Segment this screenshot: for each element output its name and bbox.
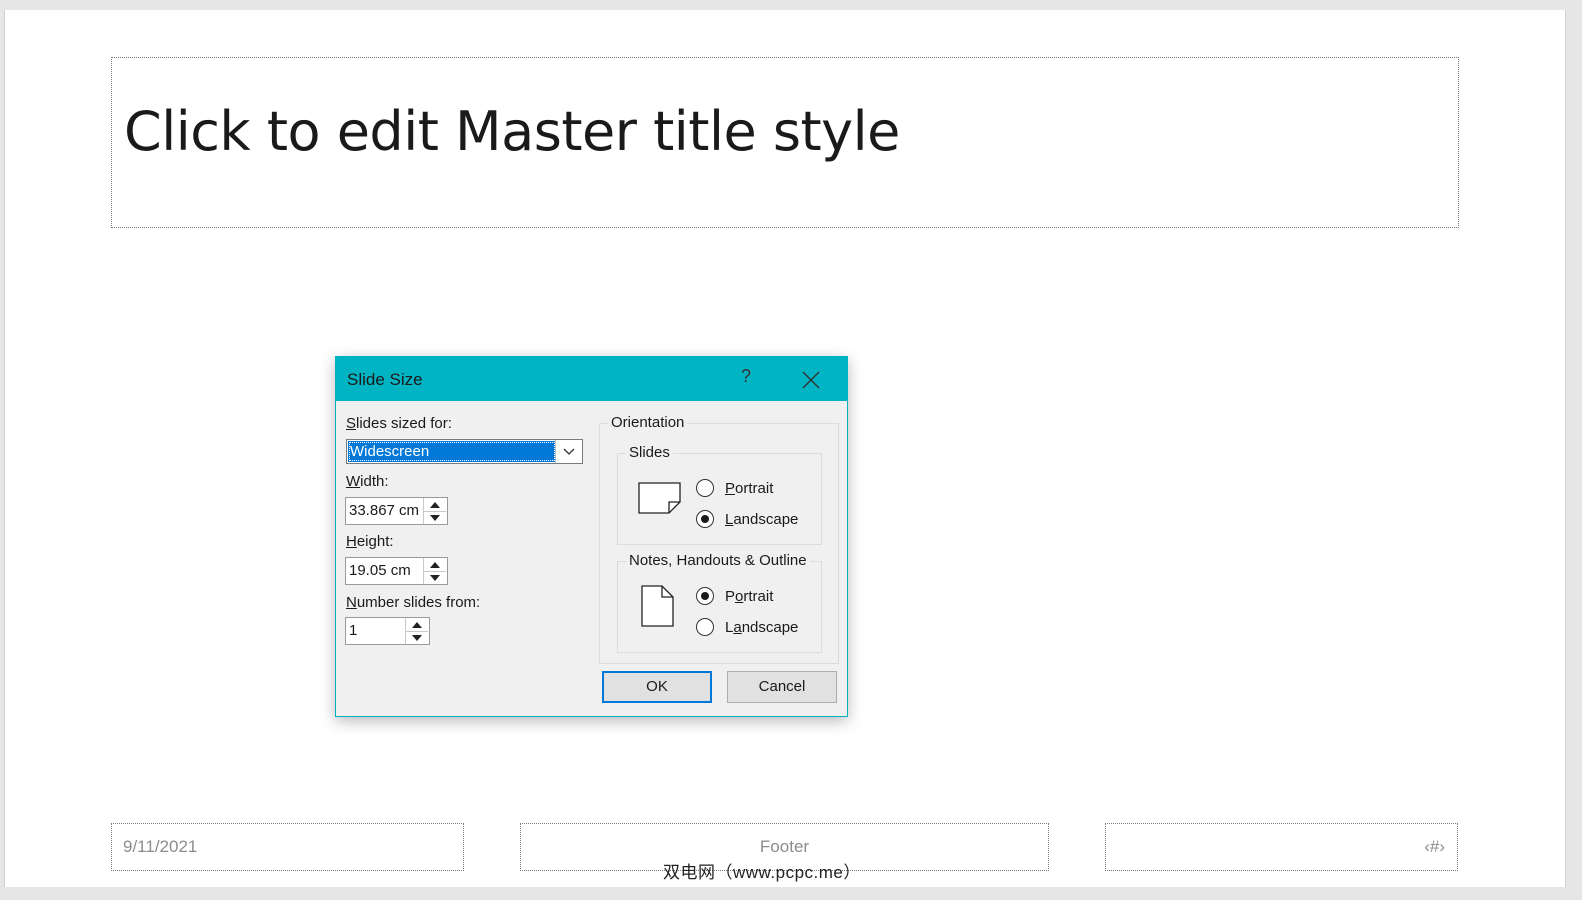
orientation-title: Orientation	[608, 414, 688, 431]
height-increment-button[interactable]	[424, 558, 446, 572]
date-placeholder[interactable]: 9/11/2021	[111, 823, 464, 871]
slides-orientation-group: Slides Portrait Landscape	[617, 444, 822, 545]
height-spin-buttons	[423, 558, 447, 584]
width-input[interactable]: 33.867 cm	[349, 502, 419, 519]
dialog-titlebar[interactable]: Slide Size ?	[336, 357, 847, 401]
width-decrement-button[interactable]	[424, 511, 446, 524]
notes-landscape-label: Landscape	[725, 619, 798, 636]
notes-orientation-group: Notes, Handouts & Outline Portrait Lands…	[617, 552, 822, 653]
slide-number-placeholder[interactable]: ‹#›	[1105, 823, 1458, 871]
slides-portrait-option[interactable]: Portrait	[696, 477, 773, 499]
number-slides-from-spinner[interactable]: 1	[345, 617, 430, 645]
number-slides-from-input[interactable]: 1	[349, 622, 357, 639]
slides-portrait-radio[interactable]	[696, 479, 714, 497]
slides-landscape-label-text: andscape	[733, 510, 799, 528]
height-label: Height:	[346, 533, 394, 550]
slides-portrait-label-text: ortrait	[735, 479, 774, 497]
height-label-text: eight:	[356, 533, 394, 550]
width-spinner[interactable]: 33.867 cm	[345, 497, 448, 525]
number-increment-button[interactable]	[406, 618, 428, 632]
slides-landscape-label: Landscape	[725, 511, 798, 528]
title-placeholder-text: Click to edit Master title style	[124, 100, 900, 163]
notes-landscape-radio[interactable]	[696, 618, 714, 636]
caret-up-icon	[430, 561, 440, 568]
chevron-down-icon	[563, 448, 575, 455]
date-placeholder-text: 9/11/2021	[123, 837, 198, 856]
slides-landscape-option[interactable]: Landscape	[696, 508, 798, 530]
number-slides-from-label: Number slides from:	[346, 594, 480, 611]
width-spin-buttons	[423, 498, 447, 524]
notes-landscape-label-text: ndscape	[741, 618, 799, 636]
number-decrement-button[interactable]	[406, 631, 428, 644]
caret-up-icon	[430, 501, 440, 508]
height-input[interactable]: 19.05 cm	[349, 562, 411, 579]
landscape-page-icon	[638, 482, 681, 514]
slides-landscape-radio[interactable]	[696, 510, 714, 528]
mnemonic-a: a	[733, 618, 742, 636]
notes-portrait-label-text: rtrait	[743, 587, 774, 605]
slides-sized-for-dropdown[interactable]: Widescreen	[346, 439, 583, 464]
mnemonic-w: W	[346, 473, 361, 490]
footer-placeholder-text: Footer	[759, 837, 810, 856]
caret-up-icon	[412, 621, 422, 628]
cancel-button[interactable]: Cancel	[727, 671, 837, 703]
notes-orientation-title: Notes, Handouts & Outline	[626, 552, 810, 569]
slides-sized-for-label: Slides sized for:	[346, 415, 452, 432]
width-increment-button[interactable]	[424, 498, 446, 512]
caret-down-icon	[412, 634, 422, 641]
slides-sized-for-label-text: lides sized for:	[356, 415, 452, 432]
caret-down-icon	[430, 514, 440, 521]
slides-sized-for-value: Widescreen	[348, 441, 556, 462]
width-label-text: idth:	[360, 473, 389, 490]
ok-button[interactable]: OK	[602, 671, 712, 703]
mnemonic-h: H	[346, 533, 357, 550]
height-spinner[interactable]: 19.05 cm	[345, 557, 448, 585]
portrait-page-icon	[641, 585, 674, 627]
notes-portrait-label-pre: P	[725, 587, 736, 605]
number-spin-buttons	[405, 618, 429, 644]
notes-landscape-option[interactable]: Landscape	[696, 616, 798, 638]
notes-portrait-label: Portrait	[725, 588, 773, 605]
number-slides-from-label-text: umber slides from:	[356, 594, 481, 611]
notes-portrait-option[interactable]: Portrait	[696, 585, 773, 607]
dropdown-button[interactable]	[555, 440, 582, 463]
watermark-text: 双电网（www.pcpc.me）	[663, 863, 861, 882]
slide-size-dialog: Slide Size ? Slides sized for: Widescree…	[335, 356, 848, 717]
height-decrement-button[interactable]	[424, 571, 446, 584]
slides-portrait-label: Portrait	[725, 480, 773, 497]
title-placeholder[interactable]: Click to edit Master title style	[111, 57, 1459, 228]
close-icon	[802, 371, 820, 389]
close-button[interactable]	[800, 369, 822, 391]
dialog-title: Slide Size	[347, 370, 423, 389]
mnemonic-p: P	[725, 479, 736, 497]
mnemonic-n: N	[346, 594, 357, 611]
mnemonic-s: S	[346, 415, 357, 432]
slide-number-placeholder-text: ‹#›	[1424, 837, 1445, 856]
width-label: Width:	[346, 473, 389, 490]
slides-orientation-title: Slides	[626, 444, 673, 461]
notes-portrait-radio[interactable]	[696, 587, 714, 605]
caret-down-icon	[430, 574, 440, 581]
orientation-group: Orientation Slides Portrait Landscape No…	[599, 414, 839, 664]
help-button[interactable]: ?	[736, 366, 756, 390]
